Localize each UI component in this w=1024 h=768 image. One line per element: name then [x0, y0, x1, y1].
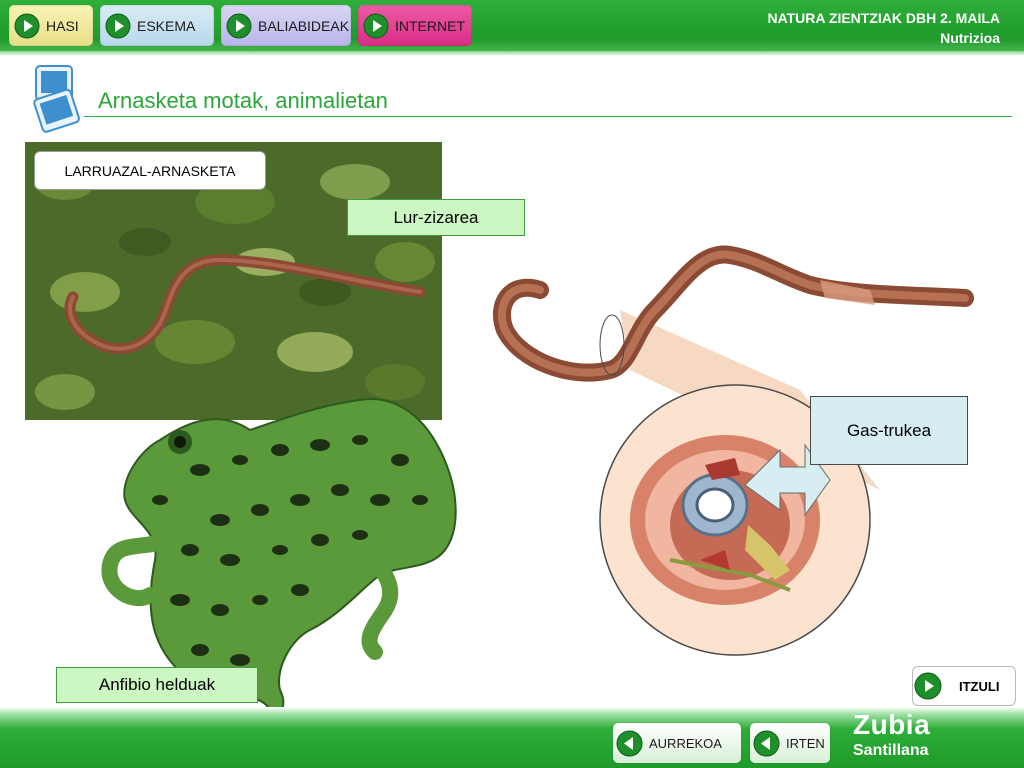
play-right-icon [105, 13, 131, 38]
course-line-1: NATURA ZIENTZIAK DBH 2. MAILA [767, 10, 1000, 26]
aurrekoa-label: AURREKOA [649, 735, 722, 751]
slide-page: HASI ESKEMA BALIABIDEAK INTERNET NATURA … [0, 0, 1024, 768]
brand-subtitle: Santillana [853, 742, 929, 759]
play-right-icon [363, 13, 389, 38]
course-line-2: Nutrizioa [940, 30, 1000, 46]
itzuli-label: ITZULI [959, 678, 1000, 694]
hasi-button[interactable]: HASI [9, 5, 93, 46]
eskema-button[interactable]: ESKEMA [100, 5, 214, 46]
irten-button[interactable]: IRTEN [750, 723, 830, 763]
baliabideak-button[interactable]: BALIABIDEAK [221, 5, 351, 46]
gas-exchange-label: Gas-trukea [810, 396, 968, 465]
hasi-label: HASI [46, 17, 79, 34]
internet-label: INTERNET [395, 17, 465, 34]
title-divider [84, 116, 1012, 117]
amphibian-label: Anfibio helduak [56, 667, 258, 703]
publisher-logo: Zubia Santillana [853, 711, 930, 759]
play-right-icon [14, 13, 40, 38]
page-title: Arnasketa motak, animalietan [98, 88, 388, 113]
play-right-icon [914, 672, 942, 700]
itzuli-button[interactable]: ITZULI [912, 666, 1016, 706]
eskema-label: ESKEMA [137, 17, 196, 34]
section-label: LARRUAZAL-ARNASKETA [34, 151, 266, 190]
slides-icon [33, 65, 80, 133]
play-left-icon [616, 730, 643, 756]
baliabideak-label: BALIABIDEAK [258, 17, 350, 34]
irten-label: IRTEN [786, 735, 825, 751]
aurrekoa-button[interactable]: AURREKOA [613, 723, 741, 763]
brand-name: Zubia [853, 709, 931, 740]
internet-button[interactable]: INTERNET [358, 5, 472, 46]
play-right-icon [226, 13, 252, 38]
course-title: NATURA ZIENTZIAK DBH 2. MAILA Nutrizioa [767, 8, 1000, 48]
play-left-icon [753, 730, 780, 756]
